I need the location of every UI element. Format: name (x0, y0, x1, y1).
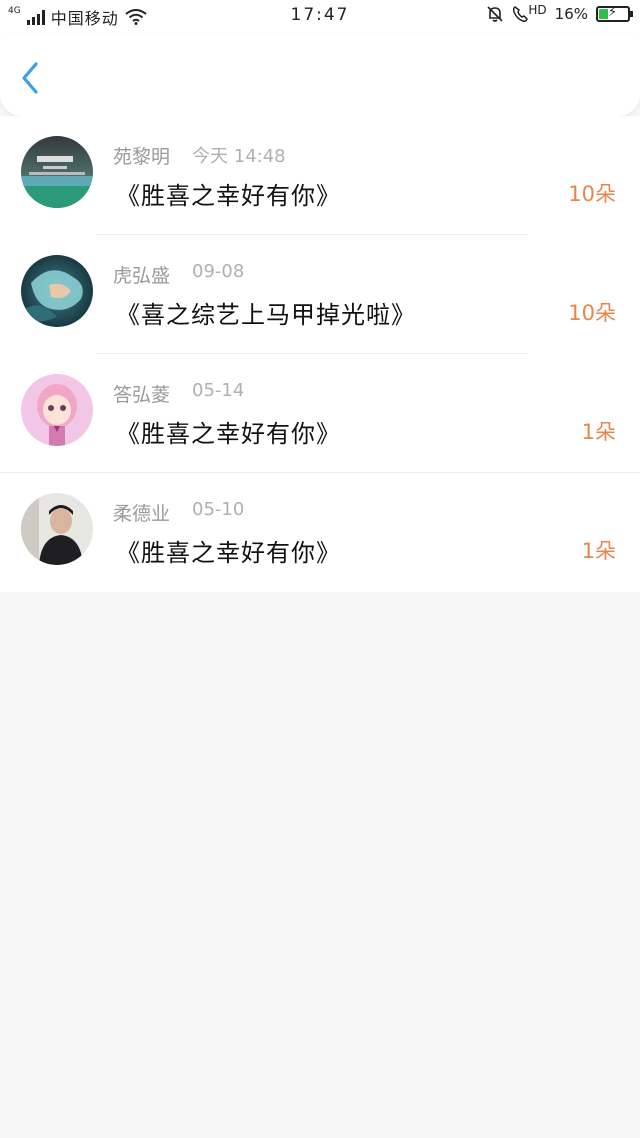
book-title: 《胜喜之幸好有你》 (116, 539, 341, 567)
item-meta: 虎弘盛 09-08 (113, 261, 244, 288)
list-item[interactable]: 柔德业 05-10 《胜喜之幸好有你》 1朵 (0, 473, 640, 592)
flower-count: 1朵 (581, 539, 616, 563)
gift-record-list: 苑黎明 今天 14:48 《胜喜之幸好有你》 10朵 虎弘盛 09-08 《喜之… (0, 116, 640, 592)
battery-icon: ⚡ (596, 5, 633, 22)
phone-hd-icon (513, 6, 529, 22)
flower-count: 10朵 (568, 301, 616, 325)
back-button[interactable] (18, 60, 54, 100)
avatar (21, 136, 93, 208)
mute-bell-icon (487, 6, 503, 22)
book-title: 《胜喜之幸好有你》 (116, 420, 341, 448)
item-meta: 柔德业 05-10 (113, 499, 244, 526)
avatar (21, 374, 93, 446)
book-title: 《胜喜之幸好有你》 (116, 182, 341, 210)
item-date: 05-14 (192, 380, 245, 401)
item-date: 今天 14:48 (192, 146, 286, 167)
hd-label: HD (528, 3, 547, 17)
list-item[interactable]: 苑黎明 今天 14:48 《胜喜之幸好有你》 10朵 (0, 116, 640, 235)
list-item[interactable]: 答弘菱 05-14 《胜喜之幸好有你》 1朵 (0, 354, 640, 473)
sender-name: 苑黎明 (113, 146, 171, 168)
flower-count: 1朵 (581, 420, 616, 444)
navigation-bar (0, 34, 640, 116)
list-item[interactable]: 虎弘盛 09-08 《喜之综艺上马甲掉光啦》 10朵 (0, 235, 640, 354)
battery-percent: 16% (554, 5, 588, 23)
avatar (21, 493, 93, 565)
book-title: 《喜之综艺上马甲掉光啦》 (116, 301, 416, 329)
sender-name: 虎弘盛 (113, 265, 171, 287)
status-bar: 4G 中国移动 17:47 HD 16% ⚡ (0, 0, 640, 34)
chevron-left-icon (22, 62, 38, 94)
item-meta: 答弘菱 05-14 (113, 380, 244, 407)
status-right: HD 16% ⚡ (486, 3, 633, 23)
item-date: 09-08 (192, 261, 245, 282)
item-date: 05-10 (192, 499, 245, 520)
sender-name: 柔德业 (113, 503, 171, 525)
flower-count: 10朵 (568, 182, 616, 206)
avatar (21, 255, 93, 327)
sender-name: 答弘菱 (113, 384, 171, 406)
item-meta: 苑黎明 今天 14:48 (113, 142, 286, 169)
